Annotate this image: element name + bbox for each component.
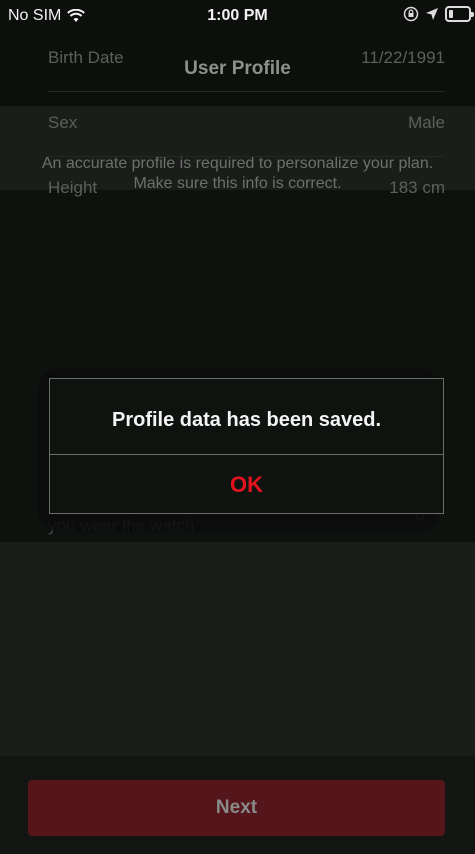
- battery-icon: [445, 6, 474, 22]
- birth-date-value: 11/22/1991: [361, 48, 445, 67]
- sex-label: Sex: [48, 113, 78, 132]
- orientation-lock-icon: [403, 6, 419, 22]
- height-label: Height: [48, 178, 98, 197]
- row-birth-date[interactable]: Birth Date 11/22/1991: [48, 28, 445, 92]
- location-arrow-icon: [426, 8, 438, 20]
- row-sex[interactable]: Sex Male: [48, 93, 445, 157]
- birth-date-label: Birth Date: [48, 48, 124, 67]
- empty-area: [0, 542, 475, 756]
- alert-message: Profile data has been saved.: [112, 409, 381, 431]
- status-right: [403, 6, 474, 22]
- next-button[interactable]: Next: [28, 780, 445, 836]
- ok-button[interactable]: OK: [50, 455, 443, 514]
- sex-value: Male: [408, 113, 445, 132]
- row-height[interactable]: Height 183 cm: [48, 158, 445, 222]
- height-value: 183 cm: [389, 178, 445, 197]
- alert-dialog: Profile data has been saved. OK: [49, 378, 444, 514]
